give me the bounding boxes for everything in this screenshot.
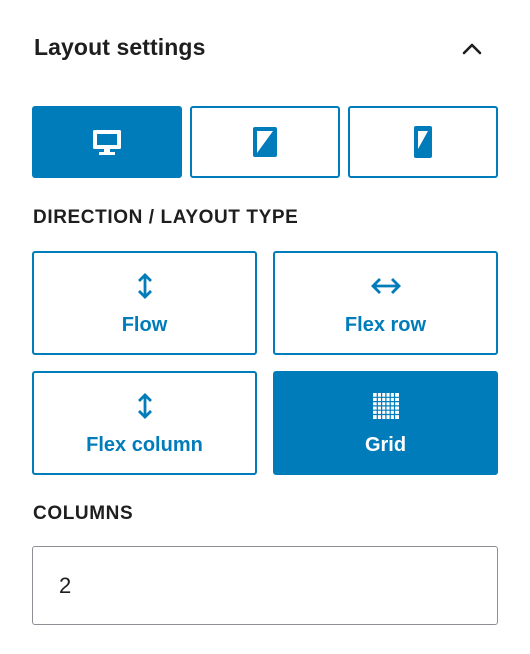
tablet-icon	[253, 127, 277, 157]
device-switcher	[32, 106, 498, 178]
chevron-up-icon	[462, 43, 482, 55]
layout-flex-column-label: Flex column	[86, 434, 203, 456]
panel-header[interactable]: Layout settings	[34, 32, 498, 64]
vertical-arrows-icon	[137, 273, 152, 299]
direction-layout-type-label: DIRECTION / LAYOUT TYPE	[33, 207, 299, 228]
layout-flow-label: Flow	[121, 314, 168, 336]
panel-title: Layout settings	[34, 34, 206, 60]
vertical-arrows-icon	[137, 393, 152, 419]
layout-flex-row-label: Flex row	[344, 314, 427, 336]
layout-grid-button[interactable]: Grid	[273, 371, 498, 475]
desktop-icon	[93, 130, 121, 155]
device-tablet-button[interactable]	[190, 106, 340, 178]
mobile-icon	[414, 126, 432, 158]
columns-input[interactable]	[32, 546, 498, 625]
collapse-button[interactable]	[454, 32, 490, 64]
layout-grid-label: Grid	[364, 434, 407, 456]
horizontal-arrows-icon	[370, 278, 401, 294]
device-mobile-button[interactable]	[348, 106, 498, 178]
grid-icon	[372, 393, 399, 419]
layout-flow-button[interactable]: Flow	[32, 251, 257, 355]
layout-flex-row-button[interactable]: Flex row	[273, 251, 498, 355]
layout-flex-column-button[interactable]: Flex column	[32, 371, 257, 475]
columns-label: COLUMNS	[33, 503, 134, 524]
device-desktop-button[interactable]	[32, 106, 182, 178]
